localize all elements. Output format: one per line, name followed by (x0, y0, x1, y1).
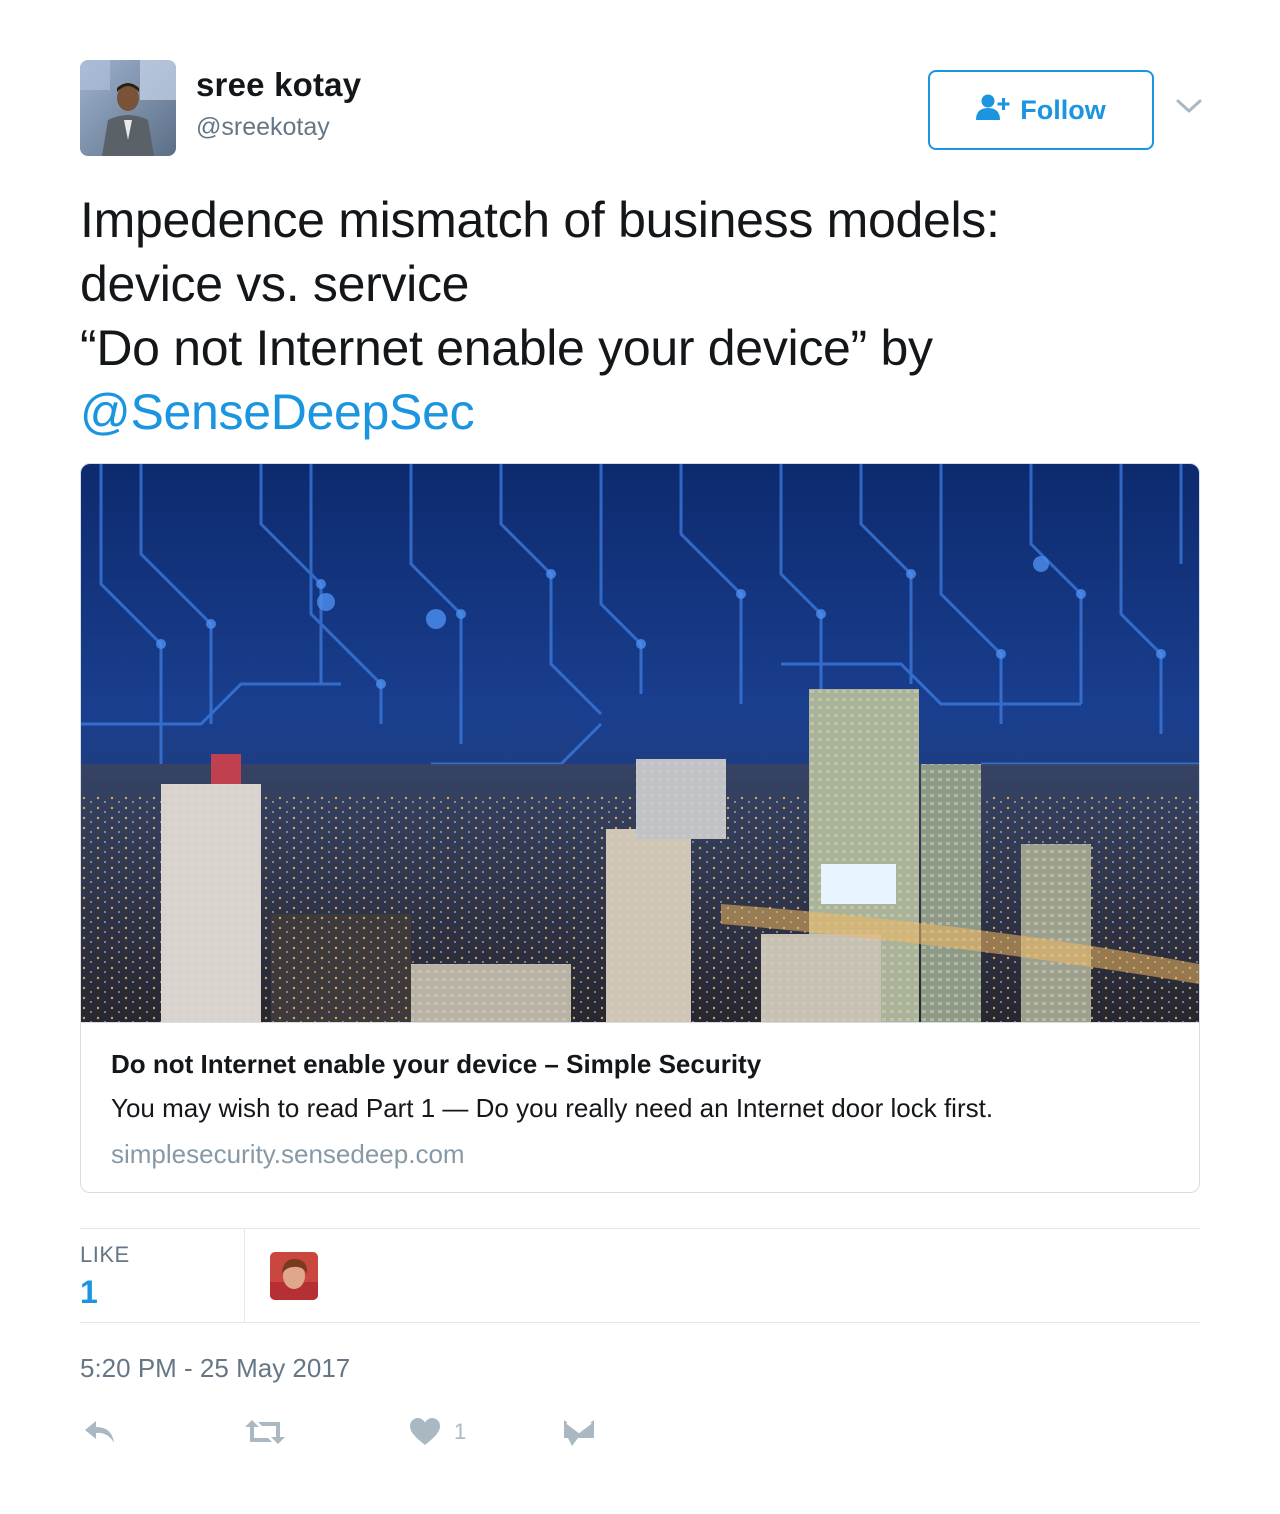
direct-message-button[interactable] (562, 1412, 596, 1452)
tweet: sree kotay @sreekotay Follow Impedence m… (0, 0, 1280, 1514)
like-action-count: 1 (454, 1419, 467, 1444)
retweet-button[interactable] (244, 1412, 286, 1452)
follow-button-label: Follow (1020, 94, 1106, 125)
reply-icon (82, 1417, 118, 1447)
card-image[interactable] (81, 464, 1199, 1023)
like-label: LIKE (80, 1242, 130, 1267)
caret-down-icon[interactable] (1172, 94, 1206, 118)
timestamp[interactable]: 5:20 PM - 25 May 2017 (80, 1353, 350, 1384)
divider (80, 1228, 1200, 1229)
tweet-text-line: Impedence mismatch of business models: (80, 192, 1000, 248)
mention-link[interactable]: @SenseDeepSec (80, 384, 475, 440)
card-domain: simplesecurity.sensedeep.com (111, 1139, 465, 1169)
heart-icon (408, 1417, 442, 1447)
card-title[interactable]: Do not Internet enable your device – Sim… (111, 1049, 761, 1080)
card-description: You may wish to read Part 1 — Do you rea… (111, 1093, 994, 1123)
tweet-text-line: device vs. service (80, 256, 470, 312)
stats-separator (244, 1229, 245, 1323)
like-count[interactable]: 1 (80, 1274, 98, 1311)
user-handle[interactable]: @sreekotay (196, 113, 330, 142)
divider (80, 1322, 1200, 1323)
avatar[interactable] (80, 60, 176, 156)
display-name[interactable]: sree kotay (196, 66, 361, 104)
follow-user-icon (976, 93, 1010, 128)
tweet-text-line: “Do not Internet enable your device” by (80, 320, 933, 376)
follow-button[interactable]: Follow (928, 70, 1154, 150)
like-button[interactable]: 1 (408, 1412, 466, 1452)
direct-message-icon (562, 1417, 596, 1447)
link-card[interactable]: Do not Internet enable your device – Sim… (80, 463, 1200, 1193)
tweet-text: Impedence mismatch of business models: d… (80, 188, 1200, 444)
retweet-icon (244, 1417, 286, 1447)
reply-button[interactable] (82, 1412, 118, 1452)
liker-avatar[interactable] (270, 1252, 318, 1300)
